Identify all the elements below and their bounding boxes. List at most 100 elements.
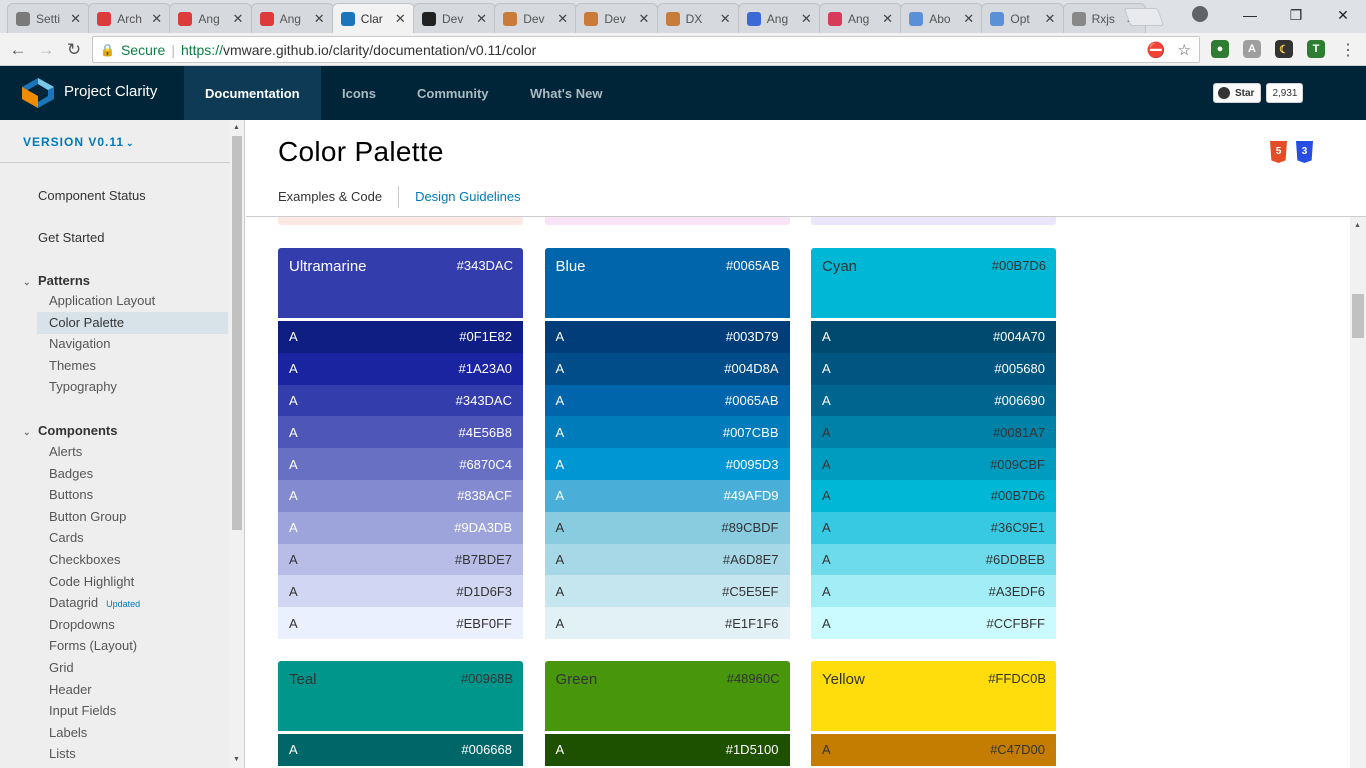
nav-whats-new[interactable]: What's New [509, 66, 623, 120]
brand-title[interactable]: Project Clarity [64, 83, 157, 100]
browser-tab[interactable]: Abo ✕ [900, 3, 984, 33]
browser-tab[interactable]: Ang ✕ [169, 3, 253, 33]
tab-design-guidelines[interactable]: Design Guidelines [399, 186, 521, 208]
restore-icon[interactable]: ❐ [1273, 0, 1319, 30]
content-scroll-thumb[interactable] [1352, 294, 1364, 338]
close-tab-icon[interactable]: ✕ [151, 11, 162, 27]
sidebar-item-buttons[interactable]: Buttons [37, 484, 228, 506]
close-window-icon[interactable]: ✕ [1320, 0, 1366, 30]
nav-icons[interactable]: Icons [321, 66, 397, 120]
github-star-button[interactable]: Star [1213, 83, 1262, 103]
content-scrollbar[interactable]: ▲ [1350, 217, 1366, 768]
close-tab-icon[interactable]: ✕ [314, 11, 325, 27]
sidebar-item-code-highlight[interactable]: Code Highlight [37, 571, 228, 593]
close-tab-icon[interactable]: ✕ [638, 11, 649, 27]
browser-tab[interactable]: Dev ✕ [494, 3, 578, 33]
close-tab-icon[interactable]: ✕ [70, 11, 81, 27]
sidebar-item-header[interactable]: Header [37, 679, 228, 701]
close-tab-icon[interactable]: ✕ [882, 11, 893, 27]
menu-icon[interactable]: ⋮ [1336, 38, 1360, 62]
scroll-up-icon[interactable]: ▲ [1354, 222, 1361, 229]
sidebar-item-application-layout[interactable]: Application Layout [37, 290, 228, 312]
bookmark-star-icon[interactable]: ☆ [1178, 41, 1191, 59]
close-tab-icon[interactable]: ✕ [963, 11, 974, 27]
forward-icon[interactable]: → [34, 38, 58, 62]
page-title: Color Palette [278, 136, 444, 167]
sidebar-item-forms-layout-[interactable]: Forms (Layout) [37, 635, 228, 657]
sidebar-item-cards[interactable]: Cards [37, 527, 228, 549]
palette-ultramarine: Ultramarine #343DAC A #0F1E82 A #1A23A0 A #343D… [278, 248, 523, 639]
browser-tab[interactable]: Ang ✕ [819, 3, 902, 33]
sidebar-item-label: Labels [49, 724, 88, 740]
swatch-sample-letter: A [289, 551, 298, 567]
minimize-icon[interactable]: — [1227, 0, 1273, 30]
browser-tab[interactable]: Setti ✕ [7, 3, 90, 33]
extension-icon-t[interactable]: T [1307, 40, 1325, 58]
sidebar-item-navigation[interactable]: Navigation [37, 333, 228, 355]
blocked-content-icon[interactable]: ⛔ [1147, 41, 1166, 59]
sidebar-item-input-fields[interactable]: Input Fields [37, 700, 228, 722]
sidebar-scroll-thumb[interactable] [232, 136, 242, 530]
close-tab-icon[interactable]: ✕ [232, 11, 243, 27]
browser-tab[interactable]: Ang ✕ [250, 3, 334, 33]
extension-icon-1[interactable]: ● [1211, 40, 1229, 58]
clarity-logo-icon[interactable] [22, 78, 54, 108]
updated-badge: Updated [106, 599, 141, 610]
sidebar-item-label: Lists [49, 746, 76, 762]
sidebar-item-button-group[interactable]: Button Group [37, 506, 228, 528]
sidebar-item-dropdowns[interactable]: Dropdowns [37, 614, 228, 636]
close-tab-icon[interactable]: ✕ [1044, 11, 1055, 27]
reload-icon[interactable]: ↻ [62, 38, 86, 62]
browser-tab[interactable]: Opt ✕ [981, 3, 1065, 33]
sidebar-item-label: Checkboxes [49, 552, 121, 567]
browser-tab[interactable]: Ang ✕ [737, 3, 821, 33]
close-tab-icon[interactable]: ✕ [476, 11, 487, 27]
close-tab-icon[interactable]: ✕ [395, 11, 406, 27]
browser-tab[interactable]: DX ✕ [656, 3, 740, 33]
new-tab-button[interactable] [1123, 8, 1165, 26]
sidebar-link-component-status[interactable]: Component Status [38, 188, 146, 203]
swatch-sample-letter: A [822, 424, 831, 440]
swatch-hex: #00B7D6 [990, 488, 1045, 504]
browser-tab[interactable]: Arch ✕ [88, 3, 172, 33]
bootstrap-icon [828, 11, 842, 26]
sidebar-item-themes[interactable]: Themes [37, 355, 228, 377]
browser-tab[interactable]: Dev ✕ [575, 3, 659, 33]
sidebar-item-badges[interactable]: Badges [37, 463, 228, 485]
tab-examples-code[interactable]: Examples & Code [278, 186, 400, 208]
moon-extension-icon[interactable]: ☾ [1275, 40, 1293, 58]
browser-tab[interactable]: Clar ✕ [331, 3, 415, 33]
palette-header: Green #48960C [544, 661, 790, 731]
scroll-up-icon[interactable]: ▲ [233, 124, 240, 131]
back-icon[interactable]: ← [6, 38, 30, 62]
angular-extension-icon[interactable]: A [1243, 40, 1261, 58]
profile-icon[interactable] [1192, 6, 1208, 22]
sidebar-item-datagrid[interactable]: Datagrid Updated [37, 592, 228, 614]
sidebar-section-components[interactable]: ⌄ Components [23, 423, 117, 438]
sidebar-item-typography[interactable]: Typography [37, 376, 228, 398]
sidebar-item-lists[interactable]: Lists [37, 743, 228, 765]
nav-community[interactable]: Community [396, 66, 510, 120]
sidebar-link-get-started[interactable]: Get Started [38, 230, 104, 245]
address-bar[interactable]: 🔒 Secure | https://vmware.github.io/clar… [92, 36, 1200, 63]
sidebar-scrollbar[interactable]: ▲ ▼ [230, 120, 244, 768]
version-dropdown[interactable]: VERSION V0.11 ⌄ [23, 135, 135, 149]
sidebar-item-grid[interactable]: Grid [37, 657, 228, 679]
sidebar-item-label: Themes [49, 357, 96, 373]
sidebar-item-color-palette[interactable]: Color Palette [37, 311, 228, 334]
nav-documentation[interactable]: Documentation [184, 66, 321, 120]
close-tab-icon[interactable]: ✕ [801, 11, 812, 27]
close-tab-icon[interactable]: ✕ [557, 11, 568, 27]
palette-header: Teal #00968B [278, 661, 523, 731]
github-star-count[interactable]: 2,931 [1266, 83, 1304, 103]
sidebar-item-labels[interactable]: Labels [37, 722, 228, 744]
sidebar-section-patterns[interactable]: ⌄ Patterns [23, 273, 90, 288]
swatch-hex: #A6D8E7 [722, 551, 779, 567]
browser-tab[interactable]: Dev ✕ [413, 3, 496, 33]
scroll-down-icon[interactable]: ▼ [233, 756, 240, 763]
sidebar-item-alerts[interactable]: Alerts [37, 441, 228, 463]
lock-icon: 🔒 [100, 42, 115, 57]
caret-down-icon: ⌄ [23, 277, 31, 287]
sidebar-item-checkboxes[interactable]: Checkboxes [37, 549, 228, 571]
close-tab-icon[interactable]: ✕ [720, 11, 731, 27]
